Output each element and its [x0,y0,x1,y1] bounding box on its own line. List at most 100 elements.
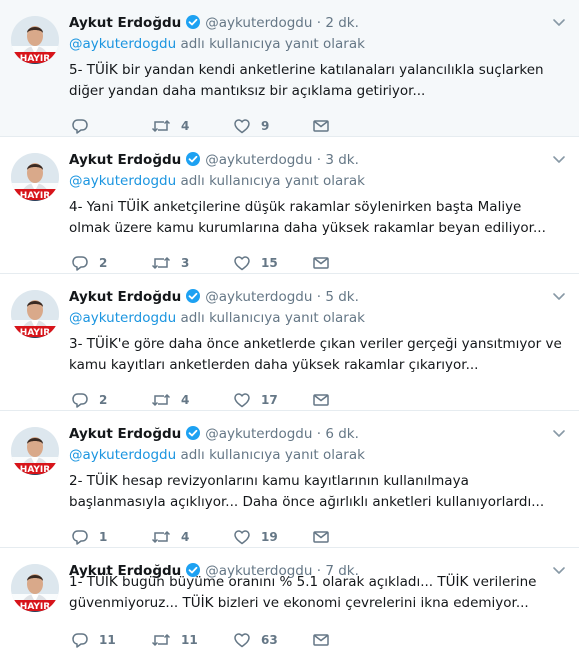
reply-icon [71,254,89,272]
like-count: 9 [261,119,270,133]
reply-to-label: adlı kullanıcıya yanıt olarak [180,310,365,326]
reply-count: 2 [99,256,108,270]
chevron-down-icon[interactable] [551,14,567,30]
tweet-time[interactable]: 5 dk. [325,289,359,305]
reply-button[interactable]: 1 [71,527,107,547]
direct-message-button[interactable] [312,390,330,410]
reply-to-label: adlı kullanıcıya yanıt olarak [180,173,365,189]
tweet[interactable]: HAYIR Aykut Erdoğdu @aykuterdogdu · 2 dk.… [0,0,579,137]
tweet-time[interactable]: 6 dk. [325,426,359,442]
avatar[interactable]: HAYIR [11,564,59,612]
user-name[interactable]: Aykut Erdoğdu [69,426,181,442]
like-button[interactable]: 63 [233,630,278,650]
reply-to-label: adlı kullanıcıya yanıt olarak [180,447,365,463]
retweet-count: 3 [181,256,190,270]
tweet-header: Aykut Erdoğdu @aykuterdogdu · 6 dk. [69,425,359,445]
retweet-button[interactable]: 3 [151,253,189,273]
tweet[interactable]: HAYIR Aykut Erdoğdu @aykuterdogdu · 5 dk.… [0,274,579,411]
retweet-count: 11 [181,633,198,647]
tweet-text: 5- TÜİK bir yandan kendi anketlerine kat… [69,62,544,99]
retweet-button[interactable]: 4 [151,527,189,547]
envelope-icon [312,528,330,546]
chevron-down-icon[interactable] [551,288,567,304]
heart-icon [233,254,251,272]
like-button[interactable]: 17 [233,390,278,410]
retweet-button[interactable]: 11 [151,630,198,650]
reply-to-link[interactable]: @aykuterdogdu [69,310,176,326]
user-handle[interactable]: @aykuterdogdu [205,15,312,31]
user-handle[interactable]: @aykuterdogdu [205,152,312,168]
avatar-logo-text: HAYIR [20,602,51,612]
reply-button[interactable]: 11 [71,630,116,650]
retweet-button[interactable]: 4 [151,116,189,136]
retweet-count: 4 [181,393,190,407]
chevron-down-icon[interactable] [551,425,567,441]
reply-button[interactable] [71,116,99,136]
direct-message-button[interactable] [312,527,330,547]
user-name[interactable]: Aykut Erdoğdu [69,15,181,31]
reply-icon [71,117,89,135]
tweet-text: 4- Yani TÜİK anketçilerine düşük rakamla… [69,199,546,236]
reply-to-link[interactable]: @aykuterdogdu [69,447,176,463]
avatar[interactable]: HAYIR [11,153,59,201]
user-handle[interactable]: @aykuterdogdu [205,426,312,442]
retweet-button[interactable]: 4 [151,390,189,410]
like-count: 63 [261,633,278,647]
tweet[interactable]: HAYIR Aykut Erdoğdu @aykuterdogdu · 6 dk.… [0,411,579,548]
reply-context: @aykuterdogdu adlı kullanıcıya yanıt ola… [69,173,365,189]
reply-to-link[interactable]: @aykuterdogdu [69,36,176,52]
envelope-icon [312,117,330,135]
like-button[interactable]: 19 [233,527,278,547]
reply-button[interactable]: 2 [71,253,107,273]
tweet-header: Aykut Erdoğdu @aykuterdogdu · 3 dk. [69,151,359,171]
avatar-logo-text: HAYIR [20,465,51,475]
tweet-timeline: HAYIR Aykut Erdoğdu @aykuterdogdu · 2 dk.… [0,0,579,660]
tweet-header: Aykut Erdoğdu @aykuterdogdu · 5 dk. [69,288,359,308]
reply-button[interactable]: 2 [71,390,107,410]
tweet[interactable]: HAYIR Aykut Erdoğdu @aykuterdogdu · 3 dk.… [0,137,579,274]
reply-context: @aykuterdogdu adlı kullanıcıya yanıt ola… [69,36,365,52]
tweet-text: 1- TÜİK bugün büyüme oranını % 5.1 olara… [69,574,537,611]
retweet-count: 4 [181,119,190,133]
direct-message-button[interactable] [312,253,330,273]
user-name[interactable]: Aykut Erdoğdu [69,152,181,168]
chevron-down-icon[interactable] [551,151,567,167]
tweet-header: Aykut Erdoğdu @aykuterdogdu · 2 dk. [69,14,359,34]
user-name[interactable]: Aykut Erdoğdu [69,289,181,305]
retweet-icon [151,254,171,272]
reply-count: 11 [99,633,116,647]
separator-dot: · [316,289,322,305]
avatar[interactable]: HAYIR [11,16,59,64]
retweet-icon [151,391,171,409]
heart-icon [233,631,251,649]
reply-icon [71,631,89,649]
tweet-time[interactable]: 3 dk. [325,152,359,168]
reply-context: @aykuterdogdu adlı kullanıcıya yanıt ola… [69,310,365,326]
avatar-logo-text: HAYIR [20,54,51,64]
separator-dot: · [316,15,322,31]
like-button[interactable]: 9 [233,116,269,136]
reply-to-link[interactable]: @aykuterdogdu [69,173,176,189]
like-count: 17 [261,393,278,407]
direct-message-button[interactable] [312,630,330,650]
envelope-icon [312,391,330,409]
reply-icon [71,528,89,546]
retweet-icon [151,631,171,649]
like-button[interactable]: 15 [233,253,278,273]
like-count: 15 [261,256,278,270]
tweet-time[interactable]: 2 dk. [325,15,359,31]
avatar[interactable]: HAYIR [11,427,59,475]
reply-to-label: adlı kullanıcıya yanıt olarak [180,36,365,52]
user-handle[interactable]: @aykuterdogdu [205,289,312,305]
retweet-count: 4 [181,530,190,544]
separator-dot: · [316,152,322,168]
reply-icon [71,391,89,409]
separator-dot: · [316,426,322,442]
direct-message-button[interactable] [312,116,330,136]
avatar[interactable]: HAYIR [11,290,59,338]
retweet-icon [151,528,171,546]
tweet-text: 2- TÜİK hesap revizyonlarını kamu kayıtl… [69,473,545,510]
like-count: 19 [261,530,278,544]
tweet[interactable]: HAYIR Aykut Erdoğdu @aykuterdogdu · 7 dk.… [0,548,579,660]
envelope-icon [312,631,330,649]
